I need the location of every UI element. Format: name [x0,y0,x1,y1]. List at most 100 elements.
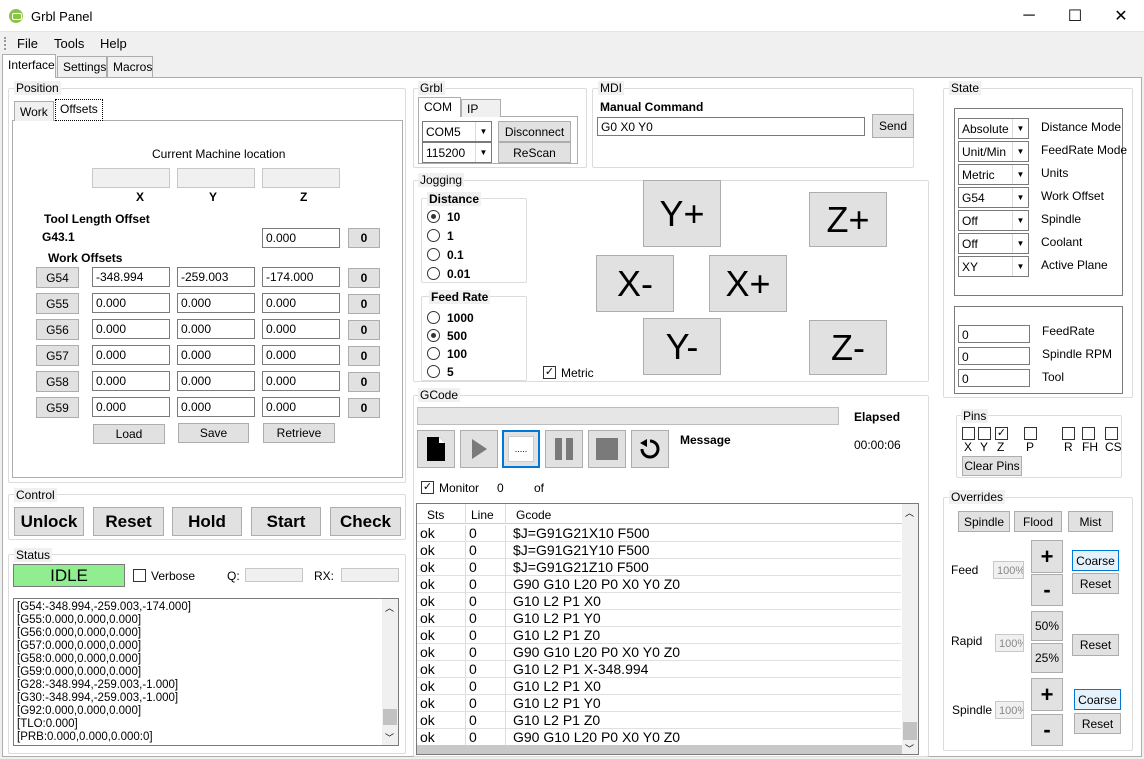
feed-reset-button[interactable]: Reset [1072,573,1119,594]
table-row[interactable]: ok 0 G10 L2 P1 X0 [417,678,901,695]
file-open-button[interactable] [417,430,455,468]
spindle-toggle-button[interactable]: Spindle [958,511,1010,532]
clear-pins-button[interactable]: Clear Pins [962,456,1022,476]
menu-tools[interactable]: Tools [54,36,84,51]
jog-y-plus-button[interactable]: Y+ [643,180,721,247]
port-select[interactable]: COM5 ▼ [422,121,492,142]
offset-g57-button[interactable]: G57 [36,345,79,366]
gcode-hscroll[interactable] [417,745,903,754]
scroll-thumb[interactable] [383,709,397,725]
mode-select[interactable]: Metric ▼ [958,164,1029,185]
check-button[interactable]: Check [330,507,401,536]
disconnect-button[interactable]: Disconnect [498,121,571,142]
offset-zero-button[interactable]: 0 [348,398,380,418]
distance-radio[interactable] [427,210,440,223]
offset-y-field[interactable]: 0.000 [177,319,255,339]
start-button[interactable]: Start [251,507,321,536]
offset-y-field[interactable]: 0.000 [177,293,255,313]
tlo-field[interactable]: 0.000 [262,228,340,248]
scroll-up-icon[interactable]: ︿ [905,506,914,519]
col-gcode-header[interactable]: Gcode [516,508,551,522]
tab-offsets[interactable]: Offsets [55,99,103,121]
jog-y-minus-button[interactable]: Y- [643,318,721,375]
table-row[interactable]: ok 0 G10 L2 P1 X0 [417,593,901,610]
distance-radio[interactable] [427,229,440,242]
load-button[interactable]: Load [93,424,165,444]
offset-y-field[interactable]: 0.000 [177,371,255,391]
baud-select[interactable]: 115200 ▼ [422,142,492,163]
pause-button[interactable] [545,430,583,468]
offset-x-field[interactable]: 0.000 [92,319,170,339]
minimize-button[interactable]: ─ [1006,0,1052,32]
hold-button[interactable]: Hold [172,507,242,536]
rescan-button[interactable]: ReScan [498,142,571,163]
tab-settings[interactable]: Settings [57,56,107,77]
offset-x-field[interactable]: 0.000 [92,345,170,365]
tab-ip[interactable]: IP [461,99,501,117]
offset-y-field[interactable]: 0.000 [177,345,255,365]
status-log-scrollbar[interactable]: ︿ ﹀ [382,599,398,745]
send-button[interactable]: Send [872,114,914,138]
offset-z-field[interactable]: 0.000 [262,371,340,391]
tab-work[interactable]: Work [14,101,54,121]
table-row[interactable]: ok 0 G90 G10 L20 P0 X0 Y0 Z0 [417,576,901,593]
offset-zero-button[interactable]: 0 [348,268,380,288]
stop-button[interactable] [588,430,626,468]
rapid-reset-button[interactable]: Reset [1072,634,1119,656]
rapid-50-button[interactable]: 50% [1031,611,1063,641]
feedrate-radio[interactable] [427,311,440,324]
rewind-button[interactable] [631,430,669,468]
offset-g59-button[interactable]: G59 [36,397,79,418]
gcode-grid[interactable]: Sts Line Gcode ok 0 $J=G91G21X10 F500 ok 0 $J… [416,503,919,755]
table-row[interactable]: ok 0 G90 G10 L20 P0 X0 Y0 Z0 [417,729,901,746]
offset-y-field[interactable]: -259.003 [177,267,255,287]
play-button[interactable] [460,430,498,468]
offset-z-field[interactable]: 0.000 [262,345,340,365]
table-row[interactable]: ok 0 $J=G91G21Z10 F500 [417,559,901,576]
jog-x-minus-button[interactable]: X- [596,255,674,312]
table-row[interactable]: ok 0 G90 G10 L20 P0 X0 Y0 Z0 [417,644,901,661]
spindle-plus-button[interactable]: + [1031,678,1063,711]
status-log[interactable]: [G54:-348.994,-259.003,-174.000] [G55:0.0… [13,598,399,746]
rapid-25-button[interactable]: 25% [1031,643,1063,673]
distance-radio[interactable] [427,267,440,280]
step-button[interactable]: ..... [502,430,540,468]
offset-y-field[interactable]: 0.000 [177,397,255,417]
unlock-button[interactable]: Unlock [14,507,84,536]
feed-coarse-button[interactable]: Coarse [1072,550,1119,571]
feed-minus-button[interactable]: - [1031,574,1063,606]
mode-select[interactable]: Unit/Min ▼ [958,141,1029,162]
col-line-header[interactable]: Line [471,508,494,522]
offset-zero-button[interactable]: 0 [348,346,380,366]
mode-select[interactable]: Off ▼ [958,233,1029,254]
maximize-button[interactable]: ☐ [1052,0,1098,32]
col-sts-header[interactable]: Sts [427,508,444,522]
offset-z-field[interactable]: 0.000 [262,319,340,339]
table-row[interactable]: ok 0 $J=G91G21X10 F500 [417,525,901,542]
tab-interface[interactable]: Interface [2,54,56,78]
table-row[interactable]: ok 0 G10 L2 P1 X-348.994 [417,661,901,678]
mode-select[interactable]: G54 ▼ [958,187,1029,208]
flood-button[interactable]: Flood [1014,511,1062,532]
reset-button[interactable]: Reset [93,507,164,536]
scroll-down-icon[interactable]: ﹀ [905,742,914,754]
offset-x-field[interactable]: 0.000 [92,293,170,313]
feedrate-radio[interactable] [427,365,440,378]
spindle-coarse-button[interactable]: Coarse [1074,689,1121,710]
jog-x-plus-button[interactable]: X+ [709,255,787,312]
scroll-down-icon[interactable]: ﹀ [385,731,394,744]
table-row[interactable]: ok 0 G10 L2 P1 Y0 [417,610,901,627]
menu-help[interactable]: Help [100,36,127,51]
mode-select[interactable]: Off ▼ [958,210,1029,231]
offset-g58-button[interactable]: G58 [36,371,79,392]
offset-z-field[interactable]: 0.000 [262,293,340,313]
offset-g55-button[interactable]: G55 [36,293,79,314]
table-row[interactable]: ok 0 G10 L2 P1 Z0 [417,712,901,729]
offset-z-field[interactable]: 0.000 [262,397,340,417]
close-button[interactable]: ✕ [1098,0,1144,32]
tab-macros[interactable]: Macros [107,56,153,77]
jog-z-minus-button[interactable]: Z- [809,320,887,375]
feed-plus-button[interactable]: + [1031,540,1063,573]
offset-zero-button[interactable]: 0 [348,320,380,340]
monitor-checkbox[interactable]: ✓ [421,481,434,494]
